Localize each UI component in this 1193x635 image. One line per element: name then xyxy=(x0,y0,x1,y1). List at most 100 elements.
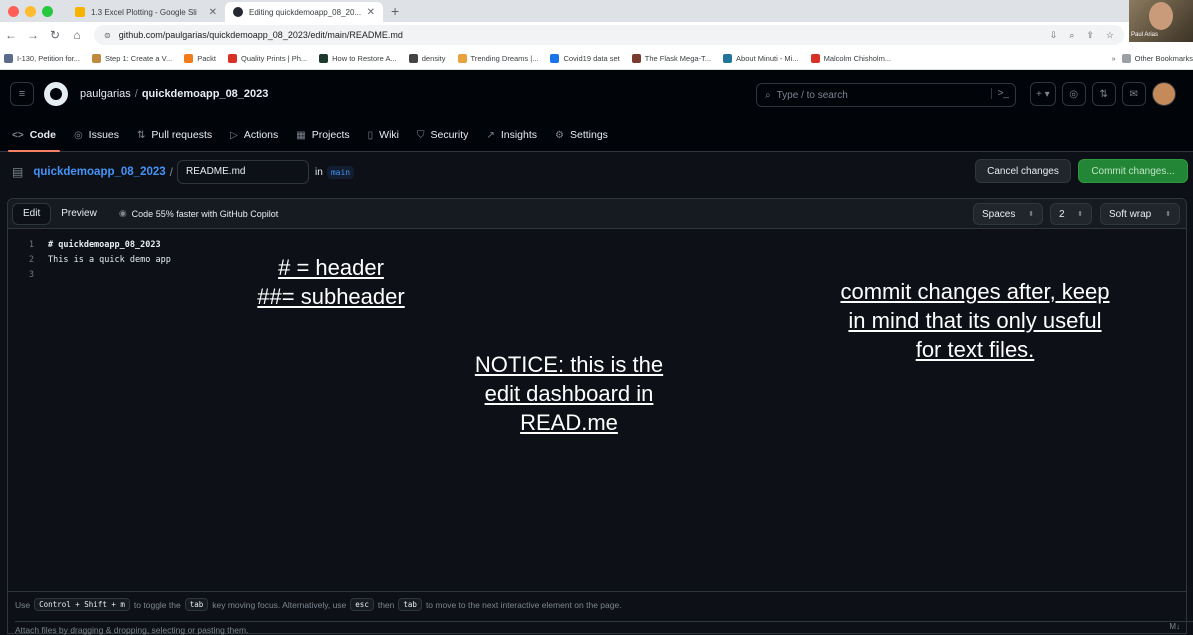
bookmark-label: I-130, Petition for... xyxy=(17,54,80,63)
tab-issues[interactable]: ◎ Issues xyxy=(74,118,119,152)
bookmark-item[interactable]: The Flask Mega-T... xyxy=(631,54,712,63)
hint-text: key moving focus. Alternatively, use xyxy=(212,599,347,610)
bookmark-item[interactable]: Packt xyxy=(184,54,216,63)
close-tab-icon[interactable]: ✕ xyxy=(367,7,375,18)
nav-label: Security xyxy=(430,129,469,141)
bookmark-favicon-icon xyxy=(184,54,194,63)
search-input[interactable]: ⌕ Type / to search >_ xyxy=(756,83,1016,107)
owner-link[interactable]: paulgarias xyxy=(80,88,131,100)
insights-icon: ↗ xyxy=(486,129,495,141)
bookmark-item[interactable]: Quality Prints | Ph... xyxy=(227,54,307,63)
tab-settings[interactable]: ⚙ Settings xyxy=(555,118,608,152)
slides-favicon-icon xyxy=(75,7,85,17)
repo-name-link[interactable]: quickdemoapp_08_2023 xyxy=(142,88,269,100)
install-icon[interactable]: ⇩ xyxy=(1050,30,1058,41)
maximize-window-button[interactable] xyxy=(42,5,53,17)
bookmark-item[interactable]: Malcolm Chisholm... xyxy=(810,54,891,63)
new-tab-icon[interactable]: + xyxy=(391,3,399,19)
path-separator: / xyxy=(169,165,174,179)
tab-actions[interactable]: ▷ Actions xyxy=(230,118,278,152)
bookmark-favicon-icon xyxy=(550,54,560,63)
nav-label: Wiki xyxy=(379,129,399,141)
repo-root-link[interactable]: quickdemoapp_08_2023 xyxy=(33,166,165,178)
back-icon[interactable]: ← xyxy=(0,28,22,42)
bookmark-favicon-icon xyxy=(723,54,733,63)
share-icon[interactable]: ⇪ xyxy=(1086,30,1094,41)
cancel-changes-button[interactable]: Cancel changes xyxy=(975,159,1071,183)
nav-label: Issues xyxy=(88,129,120,141)
tab-code[interactable]: <> Code xyxy=(8,118,60,152)
browser-tab-github[interactable]: Editing quickdemoapp_08_20... ✕ xyxy=(225,2,383,22)
zoom-icon[interactable]: ⌕ xyxy=(1069,30,1074,41)
tab-pull-requests[interactable]: ⇅ Pull requests xyxy=(137,118,212,152)
hamburger-menu-icon[interactable]: ≡ xyxy=(10,82,34,106)
issues-icon[interactable]: ◎ xyxy=(1061,82,1086,106)
line-number: 1 xyxy=(28,239,34,250)
url-bar[interactable]: ⊜ github.com/paulgarias/quickdemoapp_08_… xyxy=(94,25,1124,45)
code-icon: <> xyxy=(12,129,24,141)
attach-files-hint[interactable]: Attach files by dragging & dropping, sel… xyxy=(15,621,1193,635)
avatar[interactable] xyxy=(1151,82,1176,106)
annotation-line: for text files. xyxy=(915,337,1035,362)
tab-preview[interactable]: Preview xyxy=(51,203,107,225)
bookmark-favicon-icon xyxy=(91,54,101,63)
chevron-updown-icon: ⬍ xyxy=(1165,211,1171,218)
annotation-line: ##= subheader xyxy=(257,284,405,309)
nav-label: Code xyxy=(29,129,56,141)
copilot-promo[interactable]: ◉ Code 55% faster with GitHub Copilot xyxy=(119,208,278,219)
site-info-icon[interactable]: ⊜ xyxy=(104,31,111,40)
code-area[interactable]: 1 # quickdemoapp_08_2023 2 This is a qui… xyxy=(8,237,1186,282)
tab-insights[interactable]: ↗ Insights xyxy=(486,118,537,152)
file-tree-toggle-icon[interactable]: ▤ xyxy=(12,165,23,179)
minimize-window-button[interactable] xyxy=(25,5,36,17)
copilot-icon: ◉ xyxy=(118,208,127,218)
bookmark-item[interactable]: About Minuti - Mi... xyxy=(723,54,799,63)
forward-icon[interactable]: → xyxy=(22,28,44,42)
bookmark-star-icon[interactable]: ☆ xyxy=(1106,30,1114,41)
reload-icon[interactable]: ↻ xyxy=(44,28,66,42)
bookmark-item[interactable]: Step 1: Create a V... xyxy=(91,54,173,63)
browser-tab-slides[interactable]: 1.3 Excel Plotting - Google Sli ✕ xyxy=(67,2,225,22)
close-window-button[interactable] xyxy=(8,5,19,17)
issues-icon: ◎ xyxy=(73,129,83,141)
search-icon: ⌕ xyxy=(765,89,771,101)
tab-edit[interactable]: Edit xyxy=(12,202,52,225)
annotation-line: edit dashboard in xyxy=(484,381,654,406)
bookmark-label: The Flask Mega-T... xyxy=(644,54,712,63)
more-bookmarks-icon[interactable]: » xyxy=(1111,54,1115,63)
indent-mode-select[interactable]: Spaces ⬍ xyxy=(973,203,1043,225)
tab-title: 1.3 Excel Plotting - Google Sli xyxy=(91,7,197,17)
bookmark-label: Step 1: Create a V... xyxy=(104,54,173,63)
bookmarks-bar: I-130, Petition for... Step 1: Create a V… xyxy=(0,48,1193,70)
nav-label: Actions xyxy=(243,129,279,141)
close-tab-icon[interactable]: ✕ xyxy=(209,7,217,18)
line-text: # quickdemoapp_08_2023 xyxy=(48,239,161,250)
wrap-mode-value: Soft wrap xyxy=(1109,208,1152,220)
repo-nav: <> Code ◎ Issues ⇅ Pull requests ▷ Actions ▦ Proj… xyxy=(0,118,626,152)
create-new-button[interactable]: + ▾ xyxy=(1030,82,1056,106)
tab-projects[interactable]: ▦ Projects xyxy=(296,118,349,152)
pull-requests-icon[interactable]: ⇅ xyxy=(1091,82,1116,106)
bookmark-item[interactable]: I-130, Petition for... xyxy=(4,54,80,63)
tab-wiki[interactable]: ▯ Wiki xyxy=(368,118,399,152)
bookmark-favicon-icon xyxy=(810,54,820,63)
tab-security[interactable]: ⛉ Security xyxy=(417,118,468,152)
hint-text: Use xyxy=(15,599,31,610)
bookmark-label: Covid19 data set xyxy=(563,54,620,63)
github-logo-icon[interactable] xyxy=(44,82,68,106)
inbox-icon[interactable]: ✉ xyxy=(1121,82,1146,106)
chevron-updown-icon: ⬍ xyxy=(1028,211,1034,218)
bookmark-label: density xyxy=(421,54,446,63)
command-palette-icon[interactable]: >_ xyxy=(990,88,1009,99)
indent-size-select[interactable]: 2 ⬍ xyxy=(1050,203,1092,225)
commit-changes-button[interactable]: Commit changes... xyxy=(1078,159,1188,183)
wrap-mode-select[interactable]: Soft wrap ⬍ xyxy=(1100,203,1180,225)
other-bookmarks-folder[interactable]: Other Bookmarks xyxy=(1121,54,1193,63)
bookmark-item[interactable]: Covid19 data set xyxy=(550,54,620,63)
home-icon[interactable]: ⌂ xyxy=(66,28,88,42)
annotation-line: NOTICE: this is the xyxy=(474,352,664,377)
bookmark-item[interactable]: Trending Dreams |... xyxy=(457,54,538,63)
filename-input[interactable]: README.md xyxy=(177,160,310,184)
bookmark-item[interactable]: density xyxy=(408,54,446,63)
bookmark-item[interactable]: How to Restore A... xyxy=(319,54,397,63)
